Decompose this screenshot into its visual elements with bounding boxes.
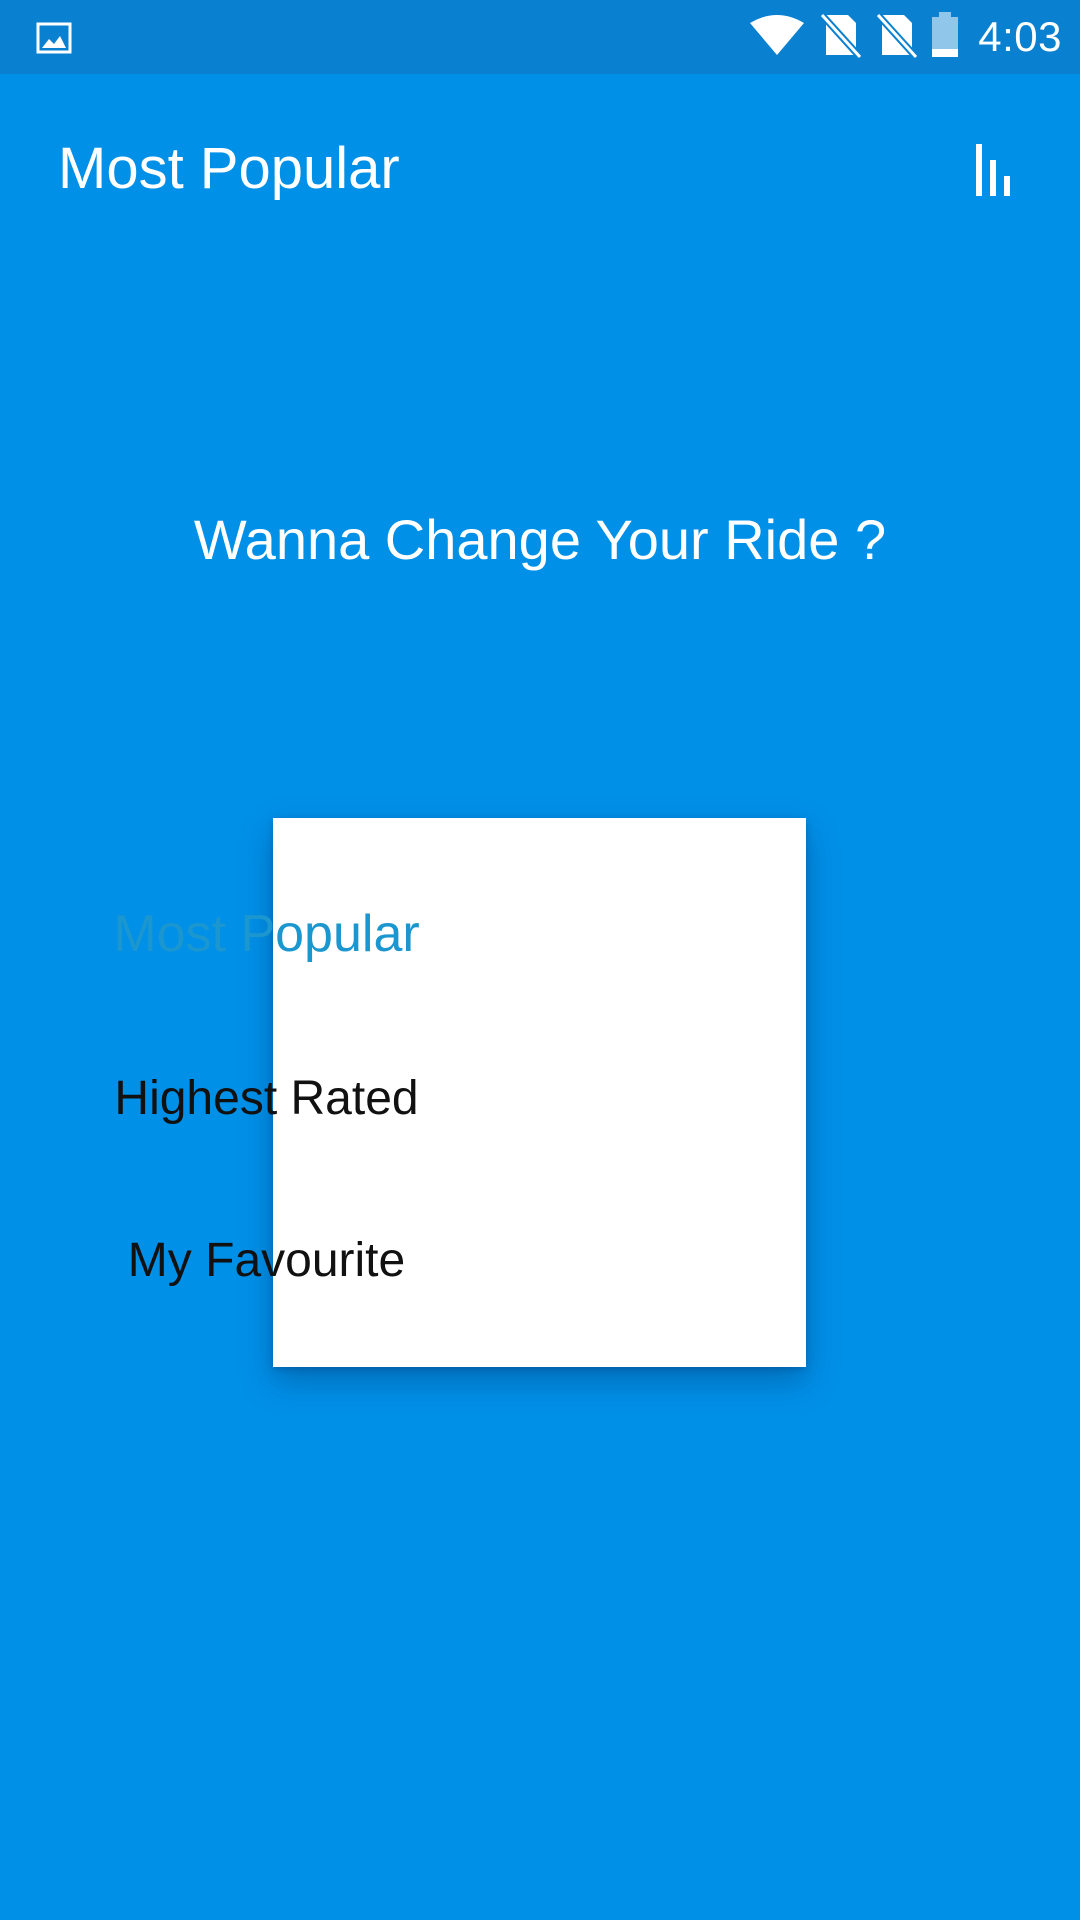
screen: 4:03 Most Popular Wanna Change Your Ride… (0, 0, 1080, 1920)
sort-bars-icon (972, 142, 1016, 203)
sort-button[interactable] (954, 132, 1034, 212)
no-sim-icon (874, 11, 919, 64)
image-icon (36, 20, 72, 56)
battery-icon (930, 11, 960, 64)
status-bar: 4:03 (0, 0, 1080, 74)
status-icons: 4:03 (748, 0, 1062, 74)
status-time: 4:03 (978, 13, 1062, 60)
app-bar: Most Popular (0, 74, 1080, 274)
app-title: Most Popular (58, 136, 400, 201)
menu-item-most-popular[interactable]: Most Popular (0, 864, 533, 1004)
menu-item-highest-rated[interactable]: Highest Rated (0, 1028, 533, 1168)
menu-item-my-favourite[interactable]: My Favourite (0, 1190, 533, 1330)
wifi-icon (748, 13, 806, 62)
change-ride-prompt: Wanna Change Your Ride ? (193, 508, 887, 571)
no-sim-icon (818, 11, 863, 64)
